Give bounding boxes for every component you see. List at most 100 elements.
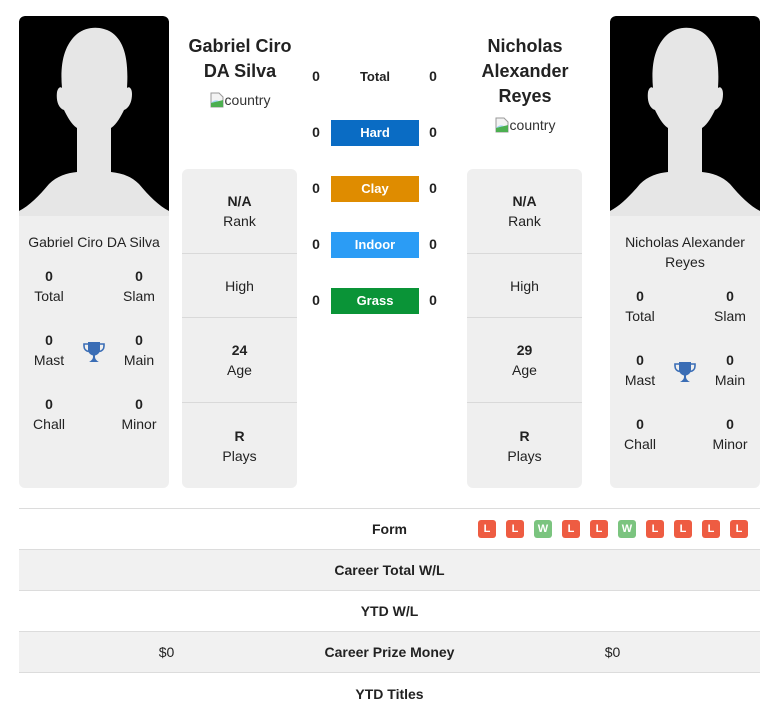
titles-slam-label: Slam: [714, 308, 746, 324]
plays-value: R: [234, 427, 245, 444]
form-badge-win[interactable]: W: [618, 520, 636, 538]
player2-card-name: Nicholas Alexander Reyes: [610, 216, 760, 272]
player1-prize-money: $0: [158, 644, 175, 660]
surface-row-hard: 0 Hard 0: [305, 120, 445, 146]
player2-name-line2[interactable]: Alexander Reyes: [454, 59, 596, 109]
surface-p2-value: 0: [429, 124, 437, 140]
age-label: Age: [512, 362, 537, 378]
surface-badge-indoor: Indoor: [331, 232, 419, 258]
surface-row-grass: 0 Grass 0: [305, 288, 445, 314]
form-badge-win[interactable]: W: [534, 520, 552, 538]
titles-main-value: 0: [726, 352, 734, 368]
player1-profile-card: Gabriel Ciro DA Silva 0 Total 0 Slam 0 M…: [19, 16, 169, 488]
age-value: 24: [231, 342, 248, 358]
player1-name-line1[interactable]: Gabriel Ciro: [170, 34, 310, 59]
titles-total-label: Total: [34, 288, 64, 304]
player1-titles-slam: 0 Slam: [109, 266, 169, 330]
high-label: High: [225, 277, 254, 294]
player1-titles-grid: 0 Total 0 Slam 0 Mast 0 Main 0 Chall 0 M…: [19, 266, 169, 458]
form-badge-loss[interactable]: L: [562, 520, 580, 538]
rank-value: N/A: [227, 193, 252, 209]
player1-titles-main: 0 Main: [109, 330, 169, 394]
form-badge-loss[interactable]: L: [590, 520, 608, 538]
player2-rank: N/A Rank: [467, 169, 582, 254]
prize-money-row: $0 Career Prize Money $0: [19, 632, 760, 673]
prize-money-label: Career Prize Money: [324, 644, 455, 660]
form-badge-loss[interactable]: L: [702, 520, 720, 538]
broken-image-icon: [495, 117, 509, 133]
form-badge-loss[interactable]: L: [674, 520, 692, 538]
player1-rank: N/A Rank: [182, 169, 297, 254]
form-label: Form: [372, 521, 407, 537]
form-badge-loss[interactable]: L: [478, 520, 496, 538]
broken-image-icon: [210, 92, 224, 108]
comparison-table: Form LLWLLWLLLL Career Total W/L YTD W/L…: [19, 508, 760, 714]
titles-minor-value: 0: [726, 416, 734, 432]
player1-country-alt: country: [224, 92, 271, 108]
player2-high: High: [467, 254, 582, 318]
player2-prize-money: $0: [604, 644, 621, 660]
age-value: 29: [516, 342, 533, 358]
titles-mast-value: 0: [636, 352, 644, 368]
titles-mast-label: Mast: [33, 352, 65, 368]
form-badge-loss[interactable]: L: [506, 520, 524, 538]
player1-titles-minor: 0 Minor: [109, 394, 169, 458]
plays-label: Plays: [507, 447, 542, 464]
age-label: Age: [227, 362, 252, 378]
ytd-wl-row: YTD W/L: [19, 591, 760, 632]
player2-form-badges: LLWLLWLLLL: [465, 520, 760, 538]
surface-p2-value: 0: [429, 292, 437, 308]
titles-slam-label: Slam: [123, 288, 155, 304]
player1-titles-chall: 0 Chall: [19, 394, 79, 458]
player1-photo: [19, 16, 169, 216]
surface-badge-grass: Grass: [331, 288, 419, 314]
plays-label: Plays: [222, 447, 257, 464]
titles-main-value: 0: [135, 332, 143, 348]
titles-mast-value: 0: [45, 332, 53, 348]
player2-titles-grid: 0 Total 0 Slam 0 Mast 0 Main 0 Chall 0 M…: [610, 286, 760, 478]
player2-photo: [610, 16, 760, 216]
form-badge-loss[interactable]: L: [730, 520, 748, 538]
player2-profile-card: Nicholas Alexander Reyes 0 Total 0 Slam …: [610, 16, 760, 488]
surface-row-clay: 0 Clay 0: [305, 176, 445, 202]
surface-row-total: 0 Total 0: [305, 64, 445, 90]
form-badge-loss[interactable]: L: [646, 520, 664, 538]
titles-slam-value: 0: [726, 288, 734, 304]
player1-card-name: Gabriel Ciro DA Silva: [28, 234, 160, 250]
surface-p1-value: 0: [312, 236, 320, 252]
titles-total-value: 0: [636, 288, 644, 304]
titles-chall-label: Chall: [33, 416, 65, 432]
titles-mast-label: Mast: [624, 372, 656, 388]
ytd-wl-label: YTD W/L: [360, 603, 419, 619]
ytd-titles-label: YTD Titles: [355, 685, 424, 702]
titles-main-label: Main: [123, 352, 155, 368]
player2-header: Nicholas Alexander Reyes country: [454, 34, 596, 136]
titles-chall-label: Chall: [624, 436, 656, 452]
surface-p2-value: 0: [429, 180, 437, 196]
surface-p1-value: 0: [312, 292, 320, 308]
player2-titles-chall: 0 Chall: [610, 414, 670, 478]
player1-header: Gabriel Ciro DA Silva country: [170, 34, 310, 111]
titles-slam-value: 0: [135, 268, 143, 284]
player1-name-line2[interactable]: DA Silva: [170, 59, 310, 84]
player2-titles-main: 0 Main: [700, 350, 760, 414]
surface-p2-value: 0: [429, 236, 437, 252]
player1-plays: R Plays: [182, 403, 297, 488]
player2-country-flag: country: [495, 117, 555, 133]
player2-titles-total: 0 Total: [610, 286, 670, 350]
player2-card-name-line2: Reyes: [665, 254, 705, 270]
player2-name-line1[interactable]: Nicholas: [454, 34, 596, 59]
player2-titles-mast: 0 Mast: [610, 350, 670, 414]
rank-label: Rank: [508, 213, 541, 229]
titles-minor-label: Minor: [712, 436, 748, 452]
titles-minor-label: Minor: [121, 416, 157, 432]
surface-badge-clay: Clay: [331, 176, 419, 202]
surface-p2-value: 0: [429, 68, 437, 84]
player1-high: High: [182, 254, 297, 318]
plays-value: R: [519, 427, 530, 444]
career-wl-row: Career Total W/L: [19, 550, 760, 591]
form-row: Form LLWLLWLLLL: [19, 509, 760, 550]
rank-value: N/A: [512, 193, 537, 209]
player1-titles-mast: 0 Mast: [19, 330, 79, 394]
high-label: High: [510, 277, 539, 294]
